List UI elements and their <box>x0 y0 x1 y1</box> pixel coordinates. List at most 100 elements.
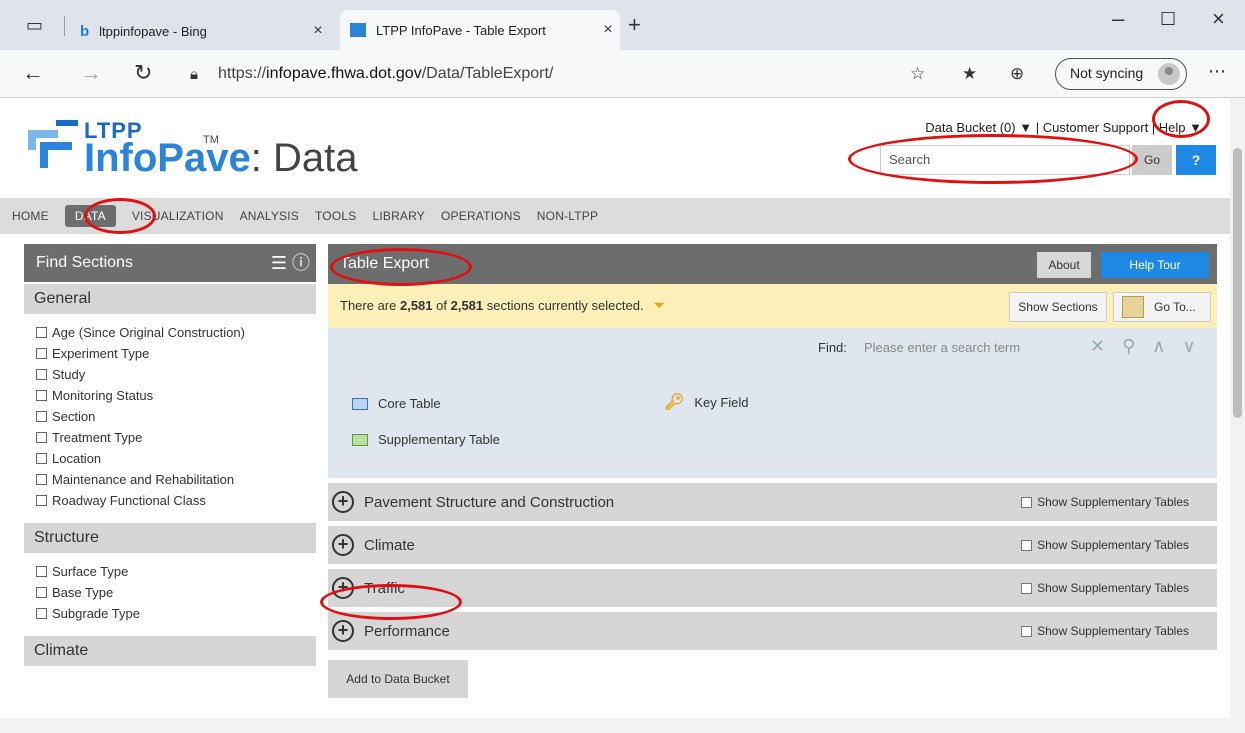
checkbox[interactable] <box>36 369 47 380</box>
filter-checkbox[interactable]: Age (Since Original Construction) <box>36 322 316 343</box>
nav-home[interactable]: HOME <box>12 209 49 223</box>
show-supplementary-toggle[interactable]: Show Supplementary Tables <box>1021 581 1189 595</box>
horizontal-scrollbar[interactable] <box>0 718 1245 733</box>
checkbox[interactable] <box>36 453 47 464</box>
checkbox[interactable] <box>36 390 47 401</box>
window-close-icon[interactable]: × <box>1212 8 1225 30</box>
nav-data[interactable]: DATA <box>64 205 116 227</box>
filter-checkbox[interactable]: Monitoring Status <box>36 385 316 406</box>
checkbox[interactable] <box>36 474 47 485</box>
collections-icon[interactable]: ⊕ <box>1010 63 1024 85</box>
show-supplementary-toggle[interactable]: Show Supplementary Tables <box>1021 495 1189 509</box>
help-tour-button[interactable]: Help Tour <box>1101 252 1209 278</box>
nav-analysis[interactable]: ANALYSIS <box>240 209 299 223</box>
checkbox[interactable] <box>36 432 47 443</box>
checkbox[interactable] <box>1021 496 1033 508</box>
goto-button[interactable]: Go To... <box>1113 292 1211 322</box>
expand-plus-icon[interactable]: + <box>332 491 354 513</box>
filter-checkbox[interactable]: Surface Type <box>36 561 316 582</box>
category-title: Climate <box>364 536 415 554</box>
supplementary-label: Show Supplementary Tables <box>1037 538 1189 552</box>
list-help-icon[interactable]: ☰ ⓘ <box>271 244 310 282</box>
nav-tools[interactable]: TOOLS <box>315 209 356 223</box>
nav-library[interactable]: LIBRARY <box>372 209 425 223</box>
sidebar-section-general[interactable]: General <box>24 284 316 314</box>
checkbox[interactable] <box>1021 582 1033 594</box>
main-nav: HOME DATA VISUALIZATION ANALYSIS TOOLS L… <box>0 198 1230 234</box>
checkbox[interactable] <box>1021 625 1033 637</box>
url-prefix: https:// <box>218 65 267 82</box>
search-go-button[interactable]: Go <box>1132 145 1172 175</box>
expand-plus-icon[interactable]: + <box>332 534 354 556</box>
add-to-data-bucket-button[interactable]: Add to Data Bucket <box>328 660 468 698</box>
legend-key-label: Key Field <box>694 394 749 410</box>
minimize-icon[interactable]: – <box>1112 8 1124 30</box>
filter-checkbox[interactable]: Section <box>36 406 316 427</box>
find-input[interactable]: Please enter a search term <box>860 334 1050 362</box>
checkbox[interactable] <box>36 327 47 338</box>
filter-checkbox[interactable]: Subgrade Type <box>36 603 316 624</box>
checkbox[interactable] <box>36 587 47 598</box>
nav-visualization[interactable]: VISUALIZATION <box>132 209 224 223</box>
legend-supplementary-label: Supplementary Table <box>378 432 500 447</box>
category-traffic[interactable]: + Traffic Show Supplementary Tables <box>328 569 1217 607</box>
checkbox[interactable] <box>36 348 47 359</box>
sidebar-section-structure[interactable]: Structure <box>24 523 316 553</box>
add-favorite-icon[interactable]: ☆ <box>910 63 925 85</box>
filter-label: Roadway Functional Class <box>52 493 206 508</box>
url-host: infopave.fhwa.dot.gov <box>266 65 422 82</box>
filter-label: Base Type <box>52 585 114 600</box>
nav-non-ltpp[interactable]: NON-LTPP <box>537 209 598 223</box>
tab-actions-icon[interactable]: ▭ <box>26 14 43 36</box>
about-button[interactable]: About <box>1037 252 1091 278</box>
tab-bing[interactable]: b ltppinfopave - Bing × <box>80 12 330 50</box>
filter-checkbox[interactable]: Study <box>36 364 316 385</box>
expand-plus-icon[interactable]: + <box>332 577 354 599</box>
tab-infopave[interactable]: LTPP InfoPave - Table Export × <box>340 10 620 50</box>
top-links[interactable]: Data Bucket (0) ▼ | Customer Support | H… <box>925 120 1202 135</box>
filter-checkbox[interactable]: Treatment Type <box>36 427 316 448</box>
notice-of: of <box>432 298 451 313</box>
checkbox[interactable] <box>36 495 47 506</box>
filter-checkbox[interactable]: Maintenance and Rehabilitation <box>36 469 316 490</box>
new-tab-icon[interactable]: + <box>628 14 641 36</box>
close-icon[interactable]: × <box>306 22 330 40</box>
clear-filter-icon[interactable]: ⏷ <box>653 297 665 314</box>
url-field[interactable]: https://infopave.fhwa.dot.gov/Data/Table… <box>218 58 908 90</box>
find-sections-panel: Find Sections ☰ ⓘ General Age (Since Ori… <box>24 244 316 666</box>
checkbox[interactable] <box>36 608 47 619</box>
forward-icon[interactable]: → <box>80 62 102 84</box>
sidebar-section-climate[interactable]: Climate <box>24 636 316 666</box>
nav-operations[interactable]: OPERATIONS <box>441 209 521 223</box>
sidebar-title: Find Sections <box>36 254 133 271</box>
profile-sync-button[interactable]: Not syncing <box>1055 58 1187 90</box>
logo-title: InfoPave: Data <box>84 136 357 181</box>
filter-checkbox[interactable]: Experiment Type <box>36 343 316 364</box>
refresh-icon[interactable]: ↻ <box>134 62 152 84</box>
more-icon[interactable]: ⋯ <box>1208 60 1226 82</box>
favorites-icon[interactable]: ★ <box>962 63 977 85</box>
maximize-icon[interactable]: ☐ <box>1160 8 1176 30</box>
vertical-scrollbar[interactable] <box>1230 98 1245 718</box>
help-question-button[interactable]: ? <box>1176 145 1216 175</box>
scroll-thumb[interactable] <box>1233 148 1242 418</box>
show-supplementary-toggle[interactable]: Show Supplementary Tables <box>1021 624 1189 638</box>
category-climate[interactable]: + Climate Show Supplementary Tables <box>328 526 1217 564</box>
show-supplementary-toggle[interactable]: Show Supplementary Tables <box>1021 538 1189 552</box>
checkbox[interactable] <box>1021 539 1033 551</box>
back-icon[interactable]: ← <box>22 62 44 84</box>
expand-plus-icon[interactable]: + <box>332 620 354 642</box>
filter-checkbox[interactable]: Base Type <box>36 582 316 603</box>
category-performance[interactable]: + Performance Show Supplementary Tables <box>328 612 1217 650</box>
category-pavement-structure[interactable]: + Pavement Structure and Construction Sh… <box>328 483 1217 521</box>
supplementary-label: Show Supplementary Tables <box>1037 581 1189 595</box>
filter-checkbox[interactable]: Roadway Functional Class <box>36 490 316 511</box>
checkbox[interactable] <box>36 411 47 422</box>
checkbox[interactable] <box>36 566 47 577</box>
filter-checkbox[interactable]: Location <box>36 448 316 469</box>
find-controls-icons[interactable]: ✕ ⚲ ∧ ∨ <box>1090 336 1202 357</box>
show-sections-button[interactable]: Show Sections <box>1009 292 1107 322</box>
close-icon[interactable]: × <box>596 21 620 39</box>
site-search-input[interactable]: Search <box>880 145 1130 175</box>
lock-icon: 🔒︎ <box>190 66 198 83</box>
